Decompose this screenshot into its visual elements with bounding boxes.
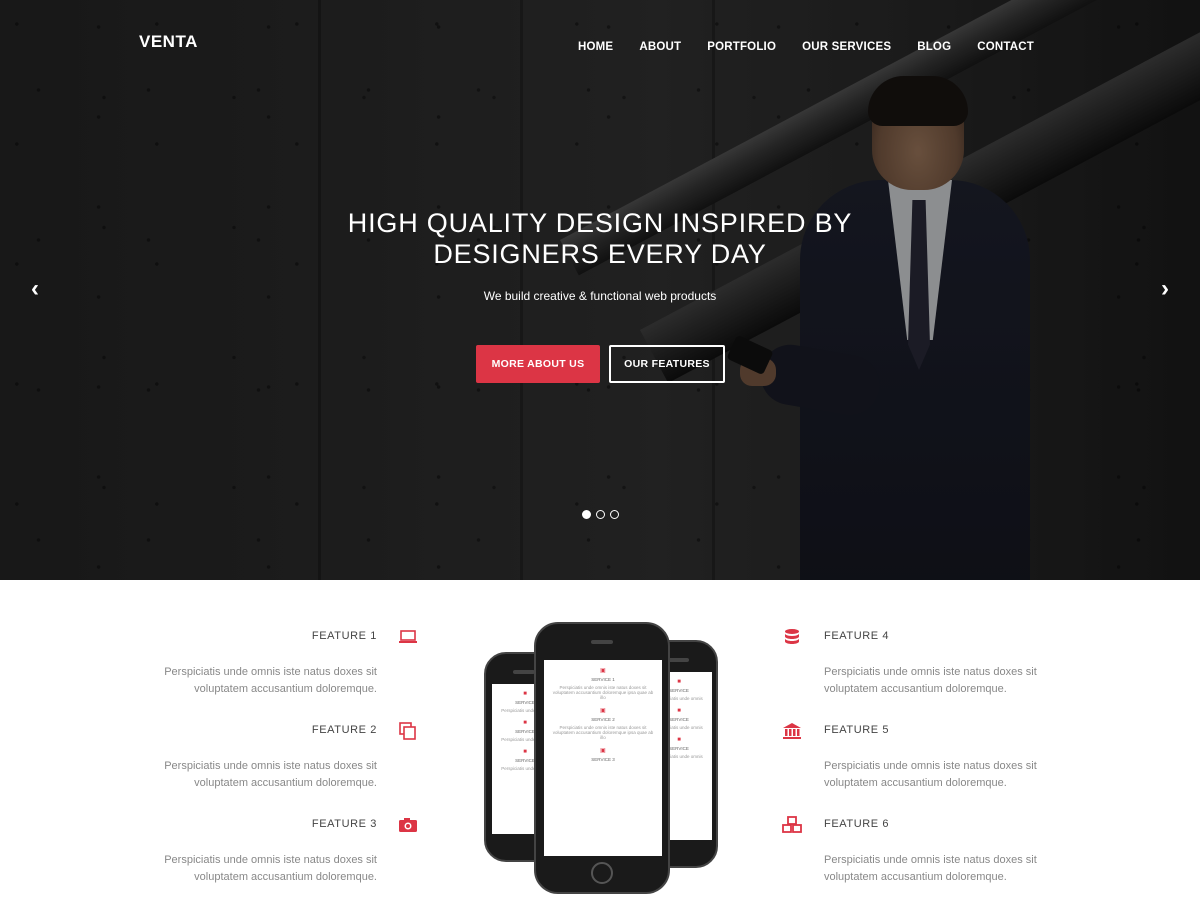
hero-title: HIGH QUALITY DESIGN INSPIRED BY DESIGNER… — [0, 208, 1200, 270]
feature-description: Perspiciatis unde omnis iste natus doxes… — [824, 760, 1037, 789]
bank-icon — [782, 722, 802, 740]
feature-description: Perspiciatis unde omnis iste natus doxes… — [824, 666, 1037, 695]
features-section: FEATURE 1 Perspiciatis unde omnis iste n… — [0, 580, 1200, 900]
laptop-icon: ▣ — [600, 668, 606, 674]
phone-mockup: ■ SERVICE Perspiciatis unde omnis ■ SERVICE… — [480, 620, 720, 900]
feature-item: FEATURE 4 Perspiciatis unde omnis iste n… — [824, 630, 1094, 698]
feature-description: Perspiciatis unde omnis iste natus doxes… — [164, 760, 377, 789]
nav-our-services[interactable]: OUR SERVICES — [802, 41, 891, 53]
phone-service-item: ▣ SERVICE 2 Perspiciatis unde omnis iste… — [544, 707, 662, 740]
slider-pagination — [582, 510, 619, 519]
feature-item: FEATURE 2 Perspiciatis unde omnis iste n… — [107, 724, 377, 792]
feature-title: FEATURE 5 — [824, 724, 890, 736]
feature-title: FEATURE 6 — [824, 818, 890, 830]
feature-title: FEATURE 2 — [311, 724, 377, 736]
feature-item: FEATURE 5 Perspiciatis unde omnis iste n… — [824, 724, 1094, 792]
feature-description: Perspiciatis unde omnis iste natus doxes… — [164, 666, 377, 695]
nav-about[interactable]: ABOUT — [639, 41, 681, 53]
chevron-right-icon[interactable]: › — [1156, 277, 1174, 301]
hero-slider: VENTA HOME ABOUT PORTFOLIO OUR SERVICES … — [0, 0, 1200, 580]
hero-title-line: HIGH QUALITY DESIGN INSPIRED BY — [347, 208, 853, 238]
nav-portfolio[interactable]: PORTFOLIO — [707, 41, 776, 53]
feature-description: Perspiciatis unde omnis iste natus doxes… — [164, 854, 377, 883]
database-icon — [782, 628, 802, 646]
more-about-us-button[interactable]: MORE ABOUT US — [476, 345, 600, 383]
feature-title: FEATURE 4 — [824, 630, 890, 642]
site-logo[interactable]: VENTA — [139, 32, 198, 52]
nav-blog[interactable]: BLOG — [917, 41, 951, 53]
phone-home-button — [591, 862, 613, 884]
feature-item: FEATURE 6 Perspiciatis unde omnis iste n… — [824, 818, 1094, 886]
feature-item: FEATURE 3 Perspiciatis unde omnis iste n… — [107, 818, 377, 886]
car-icon: ▣ — [600, 748, 606, 754]
slider-dot[interactable] — [610, 510, 619, 519]
hero-title-line: DESIGNERS EVERY DAY — [433, 239, 767, 269]
nav-contact[interactable]: CONTACT — [977, 41, 1034, 53]
copy-icon — [398, 722, 418, 740]
bank-icon: ▣ — [600, 708, 606, 714]
phone-service-item: ▣ SERVICE 3 — [544, 747, 662, 762]
feature-title: FEATURE 1 — [311, 630, 377, 642]
camera-icon — [398, 816, 418, 834]
phone-device-front: ▣ SERVICE 1 Perspiciatis unde omnis iste… — [534, 622, 670, 894]
chevron-left-icon[interactable]: ‹ — [26, 277, 44, 301]
hero-subtitle: We build creative & functional web produ… — [483, 289, 717, 303]
slider-dot[interactable] — [582, 510, 591, 519]
slider-dot[interactable] — [596, 510, 605, 519]
feature-item: FEATURE 1 Perspiciatis unde omnis iste n… — [107, 630, 377, 698]
laptop-icon — [398, 628, 418, 646]
main-nav: HOME ABOUT PORTFOLIO OUR SERVICES BLOG C… — [578, 41, 1034, 53]
feature-description: Perspiciatis unde omnis iste natus doxes… — [824, 854, 1037, 883]
nav-home[interactable]: HOME — [578, 41, 613, 53]
our-features-button[interactable]: OUR FEATURES — [609, 345, 725, 383]
phone-service-item: ▣ SERVICE 1 Perspiciatis unde omnis iste… — [544, 667, 662, 700]
feature-title: FEATURE 3 — [311, 818, 377, 830]
cubes-icon — [782, 816, 802, 834]
